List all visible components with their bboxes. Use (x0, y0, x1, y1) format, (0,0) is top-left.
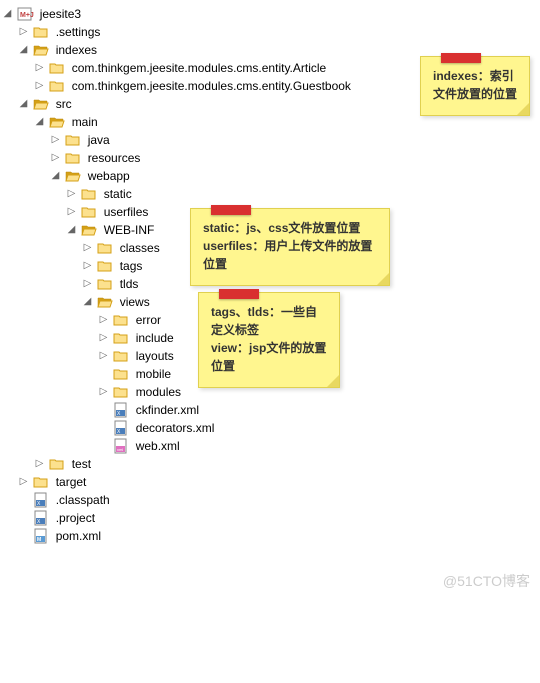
expand-icon[interactable]: ▷ (34, 77, 45, 95)
sticky-note-static-userfiles: static：js、css文件放置位置 userfiles：用户上传文件的放置位… (190, 208, 390, 286)
expand-icon[interactable]: ▷ (82, 257, 93, 275)
collapse-icon[interactable]: ◢ (66, 221, 77, 239)
tree-node[interactable]: ▷ resources (2, 148, 540, 166)
folder-closed-icon (65, 150, 81, 166)
collapse-icon[interactable]: ◢ (2, 5, 13, 23)
note-text: static：js、css文件放置位置 (203, 219, 377, 237)
folder-closed-icon (65, 132, 81, 148)
tree-node[interactable]: ▷ java (2, 130, 540, 148)
folder-closed-icon (49, 78, 65, 94)
folder-closed-icon (33, 474, 49, 490)
xml-file-icon (113, 402, 129, 418)
folder-closed-icon (113, 312, 129, 328)
expand-icon[interactable]: ▷ (98, 347, 109, 365)
note-text: indexes：索引文件放置的位置 (433, 69, 517, 101)
folder-closed-icon (113, 366, 129, 382)
folder-closed-icon (113, 348, 129, 364)
project-icon (17, 6, 33, 22)
note-text: view：jsp文件的放置位置 (211, 339, 327, 375)
folder-closed-icon (113, 384, 129, 400)
folder-closed-icon (33, 24, 49, 40)
tree-node[interactable]: ▷ .settings (2, 22, 540, 40)
folder-closed-icon (81, 186, 97, 202)
expand-icon[interactable]: ▷ (50, 131, 61, 149)
tree-node[interactable]: ▷ test (2, 454, 540, 472)
note-text: tags、tlds：一些自定义标签 (211, 303, 327, 339)
folder-open-icon (65, 168, 81, 184)
collapse-icon[interactable]: ◢ (18, 41, 29, 59)
watermark: @51CTO博客 (443, 571, 530, 591)
sticky-note-tags-views: tags、tlds：一些自定义标签 view：jsp文件的放置位置 (198, 292, 340, 388)
folder-closed-icon (49, 456, 65, 472)
expand-icon[interactable]: ▷ (34, 455, 45, 473)
folder-open-icon (33, 96, 49, 112)
folder-closed-icon (113, 330, 129, 346)
tree-node[interactable]: web.xml (2, 436, 540, 454)
tree-node-root[interactable]: ◢ jeesite3 (2, 4, 540, 22)
sticky-note-indexes: indexes：索引文件放置的位置 (420, 56, 530, 116)
folder-closed-icon (97, 258, 113, 274)
expand-icon[interactable]: ▷ (66, 185, 77, 203)
collapse-icon[interactable]: ◢ (50, 167, 61, 185)
folder-closed-icon (81, 204, 97, 220)
tree-node[interactable]: decorators.xml (2, 418, 540, 436)
folder-open-icon (97, 294, 113, 310)
expand-icon[interactable]: ▷ (50, 149, 61, 167)
collapse-icon[interactable]: ◢ (34, 113, 45, 131)
folder-open-icon (33, 42, 49, 58)
folder-closed-icon (49, 60, 65, 76)
xml-file-icon (113, 420, 129, 436)
tree-node[interactable]: pom.xml (2, 526, 540, 544)
tree-node[interactable]: ◢ webapp (2, 166, 540, 184)
expand-icon[interactable]: ▷ (82, 239, 93, 257)
folder-open-icon (49, 114, 65, 130)
expand-icon[interactable]: ▷ (82, 275, 93, 293)
xml-file-icon (33, 510, 49, 526)
tree-node[interactable]: .classpath (2, 490, 540, 508)
folder-closed-icon (97, 276, 113, 292)
xml-file-icon (33, 492, 49, 508)
note-text: userfiles：用户上传文件的放置位置 (203, 237, 377, 273)
collapse-icon[interactable]: ◢ (82, 293, 93, 311)
expand-icon[interactable]: ▷ (98, 383, 109, 401)
expand-icon[interactable]: ▷ (66, 203, 77, 221)
expand-icon[interactable]: ▷ (34, 59, 45, 77)
folder-open-icon (81, 222, 97, 238)
tree-node[interactable]: .project (2, 508, 540, 526)
tree-node[interactable]: ▷ target (2, 472, 540, 490)
folder-closed-icon (97, 240, 113, 256)
expand-icon[interactable]: ▷ (98, 311, 109, 329)
expand-icon[interactable]: ▷ (98, 329, 109, 347)
tree-node[interactable]: ckfinder.xml (2, 400, 540, 418)
tree-node[interactable]: ▷ static (2, 184, 540, 202)
xml-file-icon (113, 438, 129, 454)
expand-icon[interactable]: ▷ (18, 473, 29, 491)
collapse-icon[interactable]: ◢ (18, 95, 29, 113)
expand-icon[interactable]: ▷ (18, 23, 29, 41)
maven-file-icon (33, 528, 49, 544)
